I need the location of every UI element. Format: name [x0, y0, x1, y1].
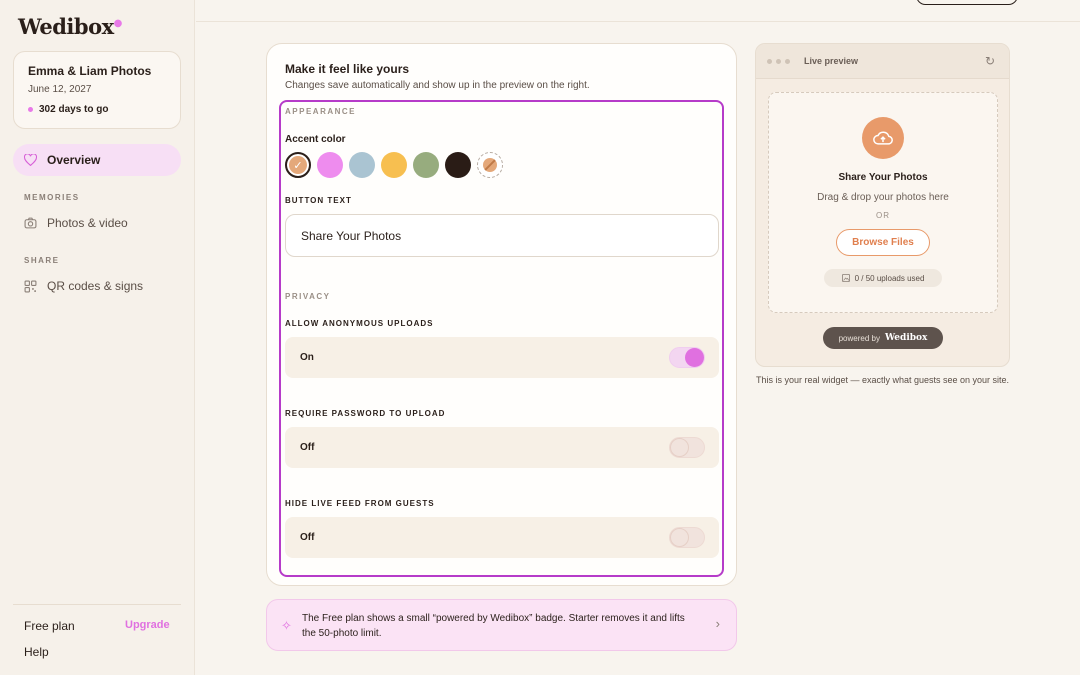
toggle-knob [670, 438, 689, 457]
image-icon [841, 274, 850, 282]
sidebar-item-label: Photos & video [47, 216, 128, 230]
help-link[interactable]: Help [24, 645, 49, 659]
upgrade-banner[interactable]: ✧ The Free plan shows a small “powered b… [266, 599, 737, 651]
topbar-divider [196, 21, 1080, 22]
brand-logo[interactable]: Wedibox● [18, 14, 122, 39]
toggle-row-live-feed: Off [285, 517, 719, 558]
toggle-knob [670, 528, 689, 547]
require-password-toggle[interactable] [669, 437, 705, 458]
sparkle-icon: ✧ [281, 618, 292, 633]
customize-card: Make it feel like yours Changes save aut… [266, 43, 737, 586]
nav-section-share: SHARE [24, 256, 60, 265]
widget-subtitle: Drag & drop your photos here [817, 192, 949, 203]
color-swatch[interactable] [349, 152, 375, 178]
toggle-label-live-feed: HIDE LIVE FEED FROM GUESTS [285, 499, 435, 508]
check-icon: ✓ [293, 159, 303, 172]
color-picker-icon [483, 158, 497, 172]
custom-color-swatch[interactable] [477, 152, 503, 178]
card-subtitle: Changes save automatically and show up i… [285, 80, 590, 91]
powered-by-badge: powered by Wedibox [823, 327, 943, 349]
color-swatch[interactable] [317, 152, 343, 178]
camera-icon [24, 217, 37, 229]
top-action-button[interactable] [916, 0, 1018, 5]
privacy-section-label: PRIVACY [285, 292, 331, 301]
accent-color-label: Accent color [285, 134, 346, 145]
toggle-row-anonymous: On [285, 337, 719, 378]
sidebar-item-label: QR codes & signs [47, 279, 144, 293]
uploads-counter: 0 / 50 uploads used [824, 269, 942, 287]
sidebar-item-photos-video[interactable]: Photos & video [24, 216, 128, 230]
button-text-input[interactable]: Share Your Photos [285, 214, 719, 257]
toggle-knob [685, 348, 704, 367]
countdown-dot-icon [28, 107, 33, 112]
color-swatch[interactable] [381, 152, 407, 178]
upload-drop-zone[interactable]: Share Your Photos Drag & drop your photo… [768, 92, 998, 313]
preview-header: Live preview ↻ [756, 44, 1009, 79]
preview-title: Live preview [804, 56, 859, 66]
toggle-state-text: Off [300, 442, 315, 453]
event-title: Emma & Liam Photos [28, 64, 152, 78]
button-text-label: BUTTON TEXT [285, 196, 352, 205]
event-card[interactable]: Emma & Liam Photos June 12, 2027 302 day… [13, 51, 181, 129]
hide-live-feed-toggle[interactable] [669, 527, 705, 548]
color-swatch[interactable]: ✓ [285, 152, 311, 178]
widget-or: OR [876, 211, 890, 220]
card-title: Make it feel like yours [285, 62, 410, 76]
toggle-row-password: Off [285, 427, 719, 468]
color-swatch[interactable] [445, 152, 471, 178]
sidebar: Wedibox● Emma & Liam Photos June 12, 202… [0, 0, 195, 675]
anonymous-uploads-toggle[interactable] [669, 347, 705, 368]
sidebar-divider [13, 604, 181, 605]
banner-text: The Free plan shows a small “powered by … [302, 613, 685, 639]
appearance-section-label: APPEARANCE [285, 107, 357, 116]
qr-code-icon [24, 280, 37, 292]
color-swatch[interactable] [413, 152, 439, 178]
toggle-label-anonymous: ALLOW ANONYMOUS UPLOADS [285, 319, 434, 328]
event-countdown: 302 days to go [28, 104, 166, 115]
toggle-state-text: Off [300, 532, 315, 543]
sidebar-item-label: Overview [47, 153, 101, 167]
window-dots-icon [767, 59, 790, 64]
toggle-state-text: On [300, 352, 314, 363]
nav-section-memories: MEMORIES [24, 193, 80, 202]
live-preview-panel: Live preview ↻ Share Your Photos Drag & … [755, 43, 1010, 367]
accent-swatches: ✓ [285, 152, 503, 178]
sidebar-item-overview[interactable]: Overview [13, 144, 181, 176]
heart-icon [24, 154, 37, 166]
plan-label: Free plan [24, 619, 75, 633]
sidebar-item-qr-codes[interactable]: QR codes & signs [24, 279, 143, 293]
upgrade-link[interactable]: Upgrade [125, 619, 170, 631]
refresh-icon[interactable]: ↻ [985, 54, 995, 68]
chevron-right-icon: › [715, 616, 720, 631]
widget-title: Share Your Photos [838, 172, 928, 183]
upload-cloud-icon [862, 117, 904, 159]
toggle-label-password: REQUIRE PASSWORD TO UPLOAD [285, 409, 446, 418]
browse-files-button[interactable]: Browse Files [836, 229, 930, 256]
event-date: June 12, 2027 [28, 84, 92, 95]
preview-note: This is your real widget — exactly what … [755, 375, 1010, 385]
